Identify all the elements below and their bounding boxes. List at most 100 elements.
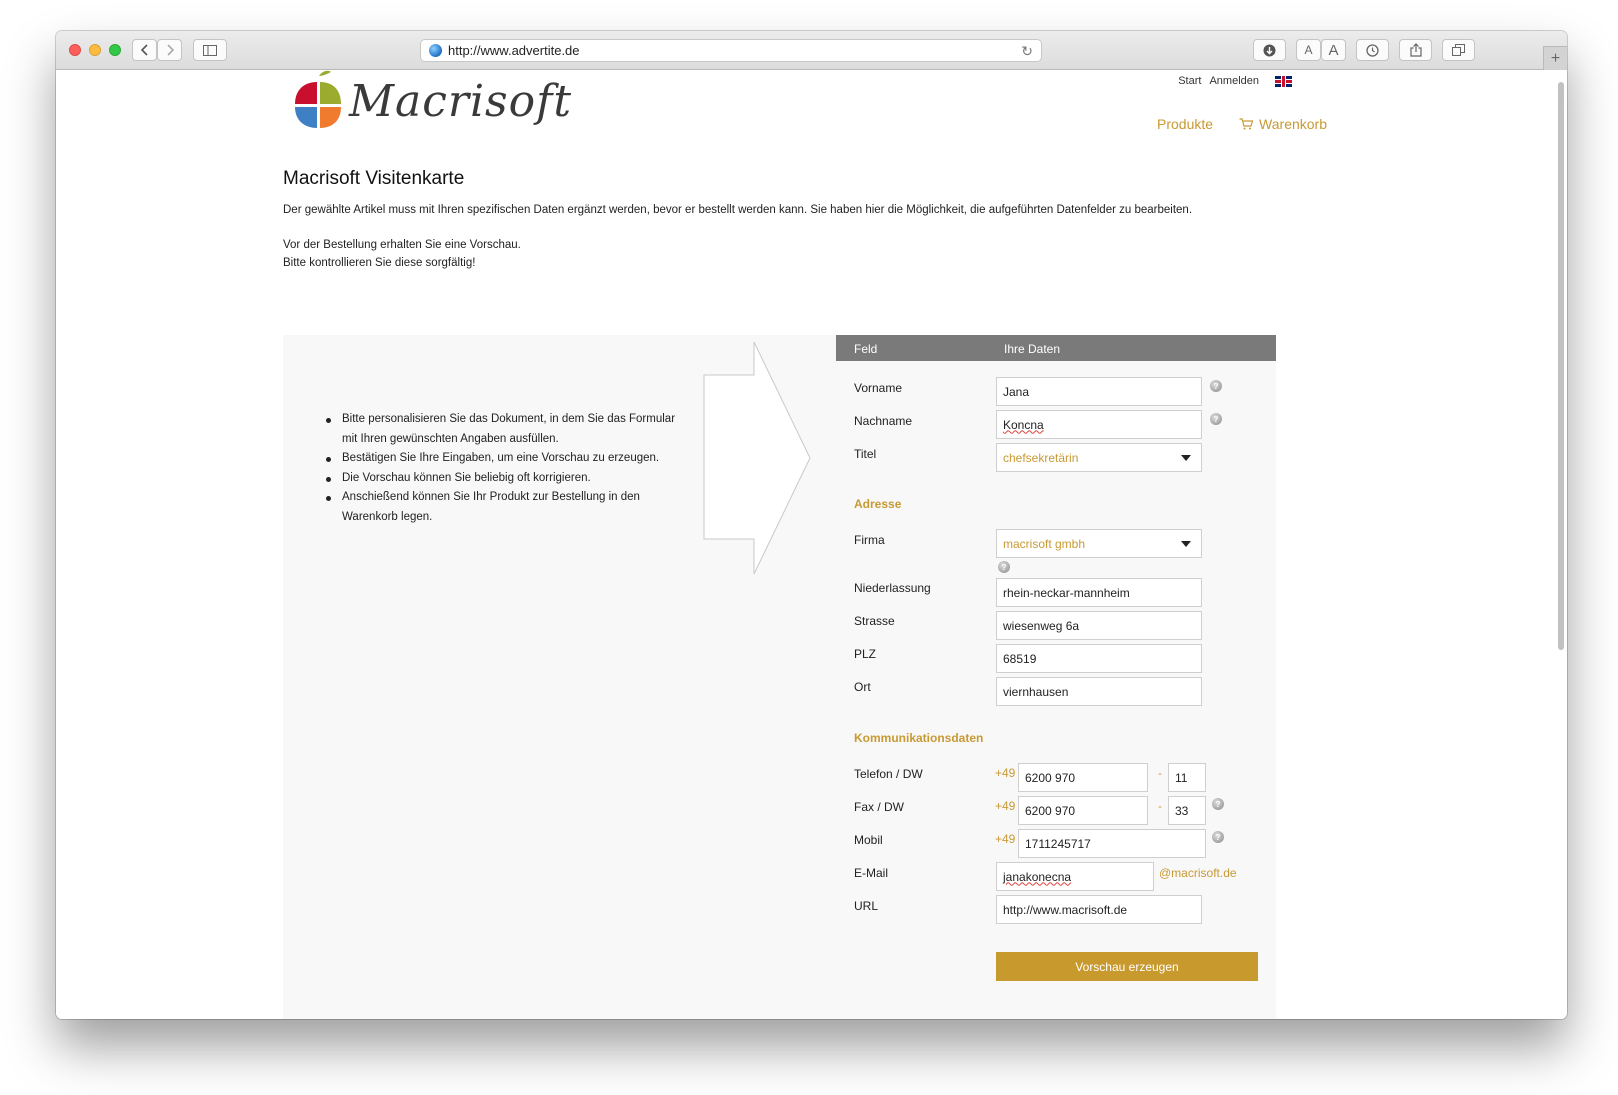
niederlassung-input[interactable]: rhein-neckar-mannheim — [996, 578, 1202, 607]
email-domain: @macrisoft.de — [1159, 866, 1237, 880]
nav-products[interactable]: Produkte — [1157, 116, 1213, 132]
form-header: Feld Ihre Daten — [836, 335, 1276, 361]
intro-line-1: Der gewählte Artikel muss mit Ihren spez… — [283, 204, 1193, 216]
tabs-overview-button[interactable] — [1442, 39, 1475, 61]
forward-button[interactable] — [157, 39, 182, 61]
strasse-input[interactable]: wiesenweg 6a — [996, 611, 1202, 640]
chevron-right-icon — [166, 44, 174, 56]
new-tab-button[interactable]: + — [1543, 46, 1567, 70]
intro-line-2: Vor der Bestellung erhalten Sie eine Vor… — [283, 239, 521, 251]
list-item: Anschießend können Sie Ihr Produkt zur B… — [326, 488, 686, 527]
instructions-list: Bitte personalisieren Sie das Dokument, … — [326, 410, 686, 527]
page-title: Macrisoft Visitenkarte — [283, 168, 465, 189]
url-label: URL — [854, 899, 879, 913]
email-input[interactable]: janakonecna — [996, 862, 1154, 891]
intro-text: Der gewählte Artikel muss mit Ihren spez… — [283, 201, 1283, 272]
help-icon[interactable]: ? — [1212, 798, 1224, 810]
section-address: Adresse — [854, 497, 902, 511]
fax-separator: - — [1158, 799, 1162, 813]
share-icon — [1409, 43, 1422, 57]
titel-select[interactable]: chefsekretärin — [996, 443, 1202, 472]
nachname-label: Nachname — [854, 414, 913, 428]
vorname-input[interactable]: Jana — [996, 377, 1202, 406]
vorname-label: Vorname — [854, 381, 903, 395]
downloads-button[interactable] — [1253, 39, 1286, 61]
address-url: http://www.advertite.de — [448, 43, 580, 58]
list-item: Die Vorschau können Sie beliebig oft kor… — [326, 469, 686, 489]
text-smaller-button[interactable]: A — [1296, 39, 1321, 61]
nachname-value: Koncna — [1003, 417, 1044, 432]
text-larger-button[interactable]: A — [1321, 39, 1346, 61]
chevron-down-icon — [1181, 454, 1191, 461]
chevron-left-icon — [140, 44, 148, 56]
telefon-input[interactable]: 6200 970 — [1018, 763, 1148, 792]
column-data: Ihre Daten — [1004, 342, 1061, 356]
sidebar-toggle-button[interactable] — [193, 39, 227, 61]
strasse-label: Strasse — [854, 614, 895, 628]
sidebar-icon — [203, 44, 217, 56]
history-button[interactable] — [1356, 39, 1389, 61]
fax-prefix: +49 — [995, 799, 1016, 813]
titel-label: Titel — [854, 447, 877, 461]
telefon-prefix: +49 — [995, 766, 1016, 780]
download-icon — [1263, 44, 1276, 56]
help-icon[interactable]: ? — [1210, 380, 1222, 392]
clock-icon — [1366, 43, 1379, 57]
mobil-input[interactable]: 1711245717 — [1018, 829, 1206, 858]
minimize-window-button[interactable] — [89, 44, 101, 56]
titel-value: chefsekretärin — [1003, 450, 1079, 465]
telefon-separator: - — [1158, 766, 1162, 780]
firma-value: macrisoft gmbh — [1003, 536, 1086, 551]
list-item: Bitte personalisieren Sie das Dokument, … — [326, 410, 686, 449]
plz-input[interactable]: 68519 — [996, 644, 1202, 673]
main-nav: Produkte Warenkorb — [1157, 116, 1327, 132]
plz-label: PLZ — [854, 647, 877, 661]
arrow-right-icon — [703, 341, 811, 575]
help-icon[interactable]: ? — [1210, 413, 1222, 425]
browser-toolbar: http://www.advertite.de ↻ A A + — [56, 31, 1567, 70]
tabs-icon — [1452, 44, 1465, 56]
niederlassung-label: Niederlassung — [854, 581, 931, 595]
reload-icon[interactable]: ↻ — [1021, 43, 1033, 60]
section-communication: Kommunikationsdaten — [854, 731, 984, 745]
mobil-label: Mobil — [854, 833, 883, 847]
login-link[interactable]: Anmelden — [1209, 75, 1259, 87]
chevron-down-icon — [1181, 540, 1191, 547]
back-button[interactable] — [132, 39, 157, 61]
nav-cart-label: Warenkorb — [1259, 116, 1327, 132]
email-value: janakonecna — [1003, 869, 1072, 884]
firma-label: Firma — [854, 533, 885, 547]
close-window-button[interactable] — [69, 44, 81, 56]
generate-preview-button[interactable]: Vorschau erzeugen — [996, 952, 1258, 981]
nav-cart[interactable]: Warenkorb — [1239, 116, 1327, 132]
logo-wordmark[interactable]: Macrisoft — [349, 76, 572, 127]
fax-input[interactable]: 6200 970 — [1018, 796, 1148, 825]
uk-flag-icon[interactable] — [1275, 75, 1292, 87]
url-input[interactable]: http://www.macrisoft.de — [996, 895, 1202, 924]
help-icon[interactable]: ? — [1212, 831, 1224, 843]
vertical-scrollbar[interactable] — [1558, 82, 1564, 650]
firma-select[interactable]: macrisoft gmbh — [996, 529, 1202, 558]
list-item: Bestätigen Sie Ihre Eingaben, um eine Vo… — [326, 449, 686, 469]
start-link[interactable]: Start — [1178, 75, 1201, 87]
share-button[interactable] — [1399, 39, 1432, 61]
column-field: Feld — [854, 342, 878, 356]
intro-line-3: Bitte kontrollieren Sie diese sorgfältig… — [283, 257, 476, 269]
personalization-form: Feld Ihre Daten Vorname Jana ? Nachname … — [836, 335, 1276, 1019]
cart-icon — [1239, 118, 1254, 130]
help-icon[interactable]: ? — [998, 561, 1010, 573]
email-label: E-Mail — [854, 866, 889, 880]
telefon-ext-input[interactable]: 11 — [1168, 763, 1206, 792]
zoom-window-button[interactable] — [109, 44, 121, 56]
ort-label: Ort — [854, 680, 871, 694]
address-bar[interactable]: http://www.advertite.de ↻ — [420, 39, 1042, 62]
fax-ext-input[interactable]: 33 — [1168, 796, 1206, 825]
mobil-prefix: +49 — [995, 832, 1016, 846]
ort-input[interactable]: viernhausen — [996, 677, 1202, 706]
nachname-input[interactable]: Koncna — [996, 410, 1202, 439]
telefon-label: Telefon / DW — [854, 767, 923, 781]
web-content: Macrisoft Start Anmelden Produkte Warenk… — [56, 70, 1567, 1019]
nav-products-label: Produkte — [1157, 116, 1214, 132]
browser-window: http://www.advertite.de ↻ A A + Macrisof… — [56, 31, 1567, 1019]
fax-label: Fax / DW — [854, 800, 904, 814]
